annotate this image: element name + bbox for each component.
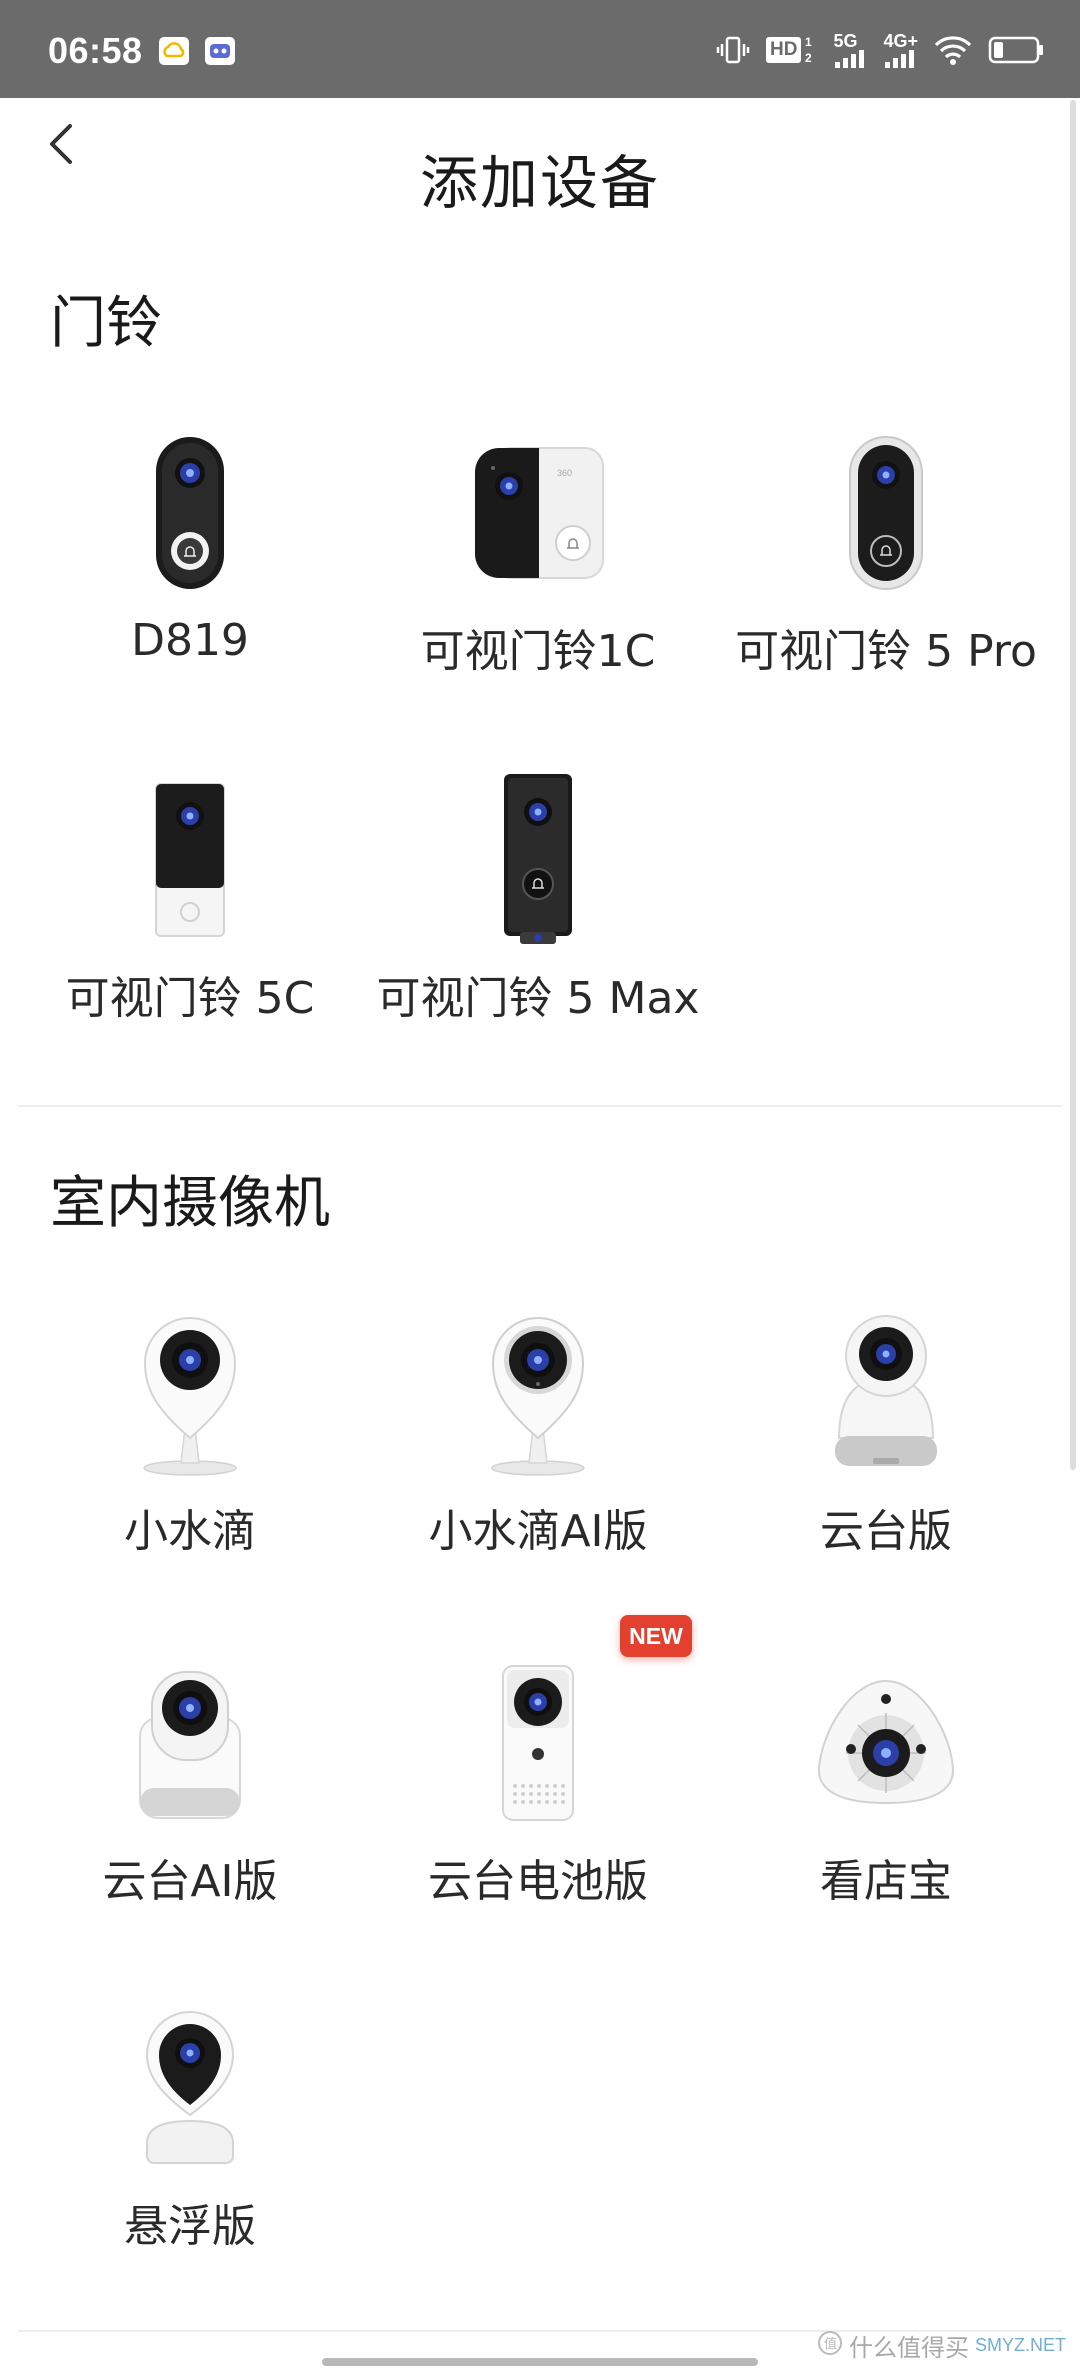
robot-app-icon (204, 36, 236, 66)
signal-4g-icon: 4G+ (883, 32, 918, 68)
device-label: 小水滴AI版 (428, 1506, 648, 1557)
camera-yuntai-image (835, 1314, 937, 1466)
doorbell-5max-image (504, 774, 572, 944)
status-bar: 06:58 HD 1 2 5G 4G+ (0, 0, 1080, 98)
wifi-icon (934, 34, 972, 66)
hd-voice-icon: HD 1 2 (766, 34, 817, 66)
status-icons: HD 1 2 5G 4G+ (716, 30, 1044, 70)
status-time: 06:58 (48, 30, 143, 71)
device-label: 看店宝 (820, 1856, 952, 1907)
section-divider (18, 1105, 1062, 1107)
watermark-text: 什么值得买 (848, 2334, 969, 2362)
new-badge: NEW (620, 1615, 692, 1657)
device-label: 悬浮版 (124, 2201, 256, 2252)
watermark: 值 什么值得买 SMYZ.NET (817, 2328, 1066, 2363)
scrollbar[interactable] (1070, 100, 1076, 1470)
header: 添加设备 (0, 98, 1080, 268)
device-label: 可视门铃 5 Pro (735, 626, 1037, 677)
home-indicator[interactable] (322, 2358, 758, 2366)
svg-text:360: 360 (557, 468, 572, 478)
doorbell-5c-image (155, 782, 225, 937)
section-title-doorbell: 门铃 (50, 291, 162, 356)
doorbell-1c-image: 360 (475, 446, 604, 579)
device-label: D819 (131, 615, 249, 666)
device-label: 云台电池版 (428, 1856, 648, 1907)
svg-text:2: 2 (805, 51, 812, 65)
camera-xiaoshuidi-image (143, 1316, 237, 1476)
device-label: 可视门铃 5 Max (376, 973, 700, 1024)
camera-yuntai-battery-image (502, 1664, 574, 1821)
watermark-logo-icon: 值 (817, 2330, 843, 2362)
battery-icon (988, 35, 1044, 65)
camera-kandianbao-image (817, 1679, 955, 1804)
page-title: 添加设备 (419, 149, 660, 217)
svg-text:值: 值 (824, 2336, 837, 2352)
device-label: 可视门铃 5C (65, 973, 315, 1024)
vibrate-icon (716, 33, 750, 67)
device-label: 云台AI版 (102, 1856, 278, 1907)
device-label: 云台版 (820, 1506, 952, 1557)
signal-5g-icon: 5G (833, 32, 867, 68)
watermark-site: SMYZ.NET (974, 2335, 1066, 2355)
camera-xiaoshuidi-ai-image (491, 1316, 585, 1476)
device-label: 可视门铃1C (420, 626, 656, 677)
cloud-app-icon (158, 36, 190, 66)
svg-text:1: 1 (805, 35, 812, 49)
camera-xuanfu-image (145, 2010, 235, 2164)
device-label: 小水滴 (124, 1506, 256, 1557)
doorbell-5pro-image (849, 435, 923, 590)
section-title-indoor-camera: 室内摄像机 (50, 1171, 330, 1236)
camera-yuntai-ai-image (139, 1670, 241, 1819)
doorbell-d819-image (156, 436, 224, 589)
